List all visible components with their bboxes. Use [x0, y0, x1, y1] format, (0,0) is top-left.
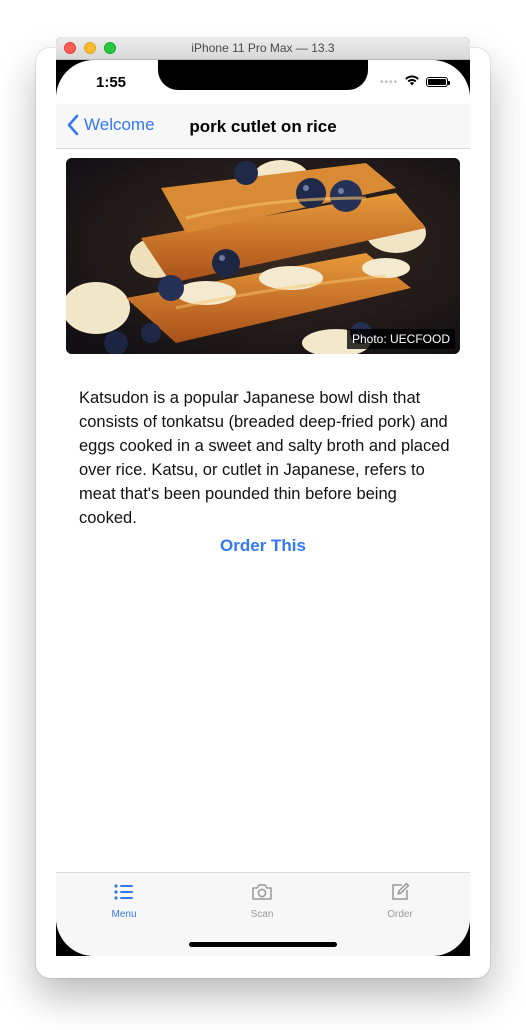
status-time: 1:55 [96, 74, 127, 91]
cellular-signal-icon: •••• [379, 76, 398, 88]
tab-scan[interactable]: Scan [222, 881, 302, 920]
status-indicators: •••• [379, 73, 450, 91]
compose-icon [392, 882, 410, 900]
tab-menu-label: Menu [111, 909, 137, 920]
tab-order-label: Order [387, 909, 413, 920]
battery-icon [426, 77, 450, 87]
dish-photo: Photo: UECFOOD [66, 158, 460, 354]
device-screen: 1:55 •••• Welcome pork cutlet on rice Ph… [56, 60, 470, 956]
navigation-bar: Welcome pork cutlet on rice [56, 104, 470, 149]
list-icon [114, 884, 133, 900]
dish-description: Katsudon is a popular Japanese bowl dish… [79, 389, 450, 527]
home-indicator[interactable] [189, 942, 337, 947]
order-this-button[interactable]: Order This [56, 536, 470, 556]
tab-menu[interactable]: Menu [84, 881, 164, 920]
title-bar[interactable]: iPhone 11 Pro Max — 13.3 [56, 37, 470, 60]
device-notch [158, 60, 368, 90]
tab-scan-label: Scan [250, 909, 274, 920]
simulator-window: iPhone 11 Pro Max — 13.3 1:55 •••• Welco… [56, 37, 470, 956]
page-title: pork cutlet on rice [189, 117, 337, 136]
food-image [66, 158, 460, 354]
camera-icon [252, 884, 272, 900]
tab-order[interactable]: Order [360, 881, 440, 920]
window-title: iPhone 11 Pro Max — 13.3 [191, 41, 335, 55]
photo-credit: Photo: UECFOOD [346, 329, 455, 349]
wifi-icon [404, 73, 420, 91]
